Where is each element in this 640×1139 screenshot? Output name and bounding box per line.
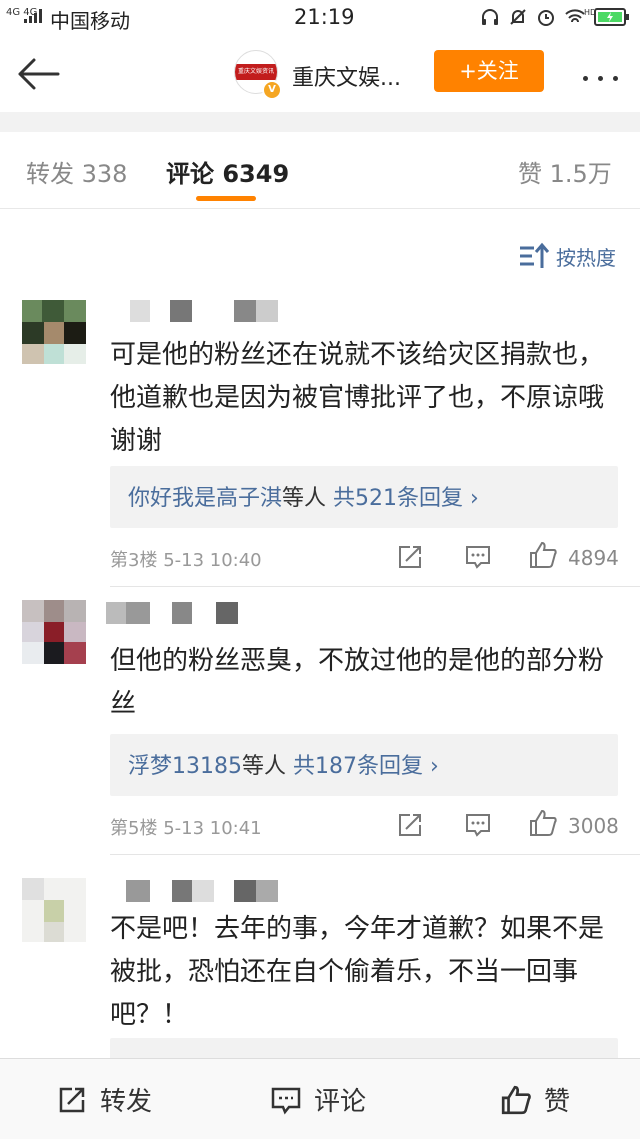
- sort-label: 按热度: [556, 245, 616, 270]
- reply-count[interactable]: 共521条回复: [333, 486, 463, 511]
- repost-label: 转发: [100, 1087, 153, 1117]
- comment-icon: [271, 1087, 301, 1114]
- repost-button[interactable]: 转发: [56, 1081, 152, 1118]
- comment-meta: 第3楼 5-13 10:40: [110, 546, 262, 572]
- repost-icon: [59, 1087, 85, 1112]
- active-tab-indicator: [196, 196, 256, 201]
- floor-number: 第3楼: [110, 550, 158, 571]
- comment-text: 但他的粉丝恶臭，不放过他的是他的部分粉丝: [110, 646, 605, 719]
- sort-icon: [520, 242, 550, 268]
- like-icon[interactable]: [528, 808, 558, 838]
- reply-count[interactable]: 共187条回复: [293, 754, 423, 779]
- comment-text: 可是他的粉丝还在说就不该给灾区捐款也，他道歉也是因为被官博批评了也，不原谅哦谢谢: [110, 340, 605, 456]
- carrier-name: 中国移动: [50, 9, 130, 33]
- tab-comments[interactable]: 评论 6349: [166, 154, 289, 189]
- headphone-icon: [482, 9, 498, 25]
- replies-preview[interactable]: 你好我是高子淇等人 共521条回复 ›: [110, 466, 618, 528]
- tab-likes[interactable]: 赞 1.5万: [518, 154, 612, 189]
- mute-bell-icon: [510, 9, 526, 25]
- like-icon: [501, 1085, 531, 1114]
- comment-icon[interactable]: [464, 810, 492, 840]
- reply-users[interactable]: 浮梦13185: [128, 754, 242, 779]
- bottom-action-bar: 转发 评论 赞: [0, 1058, 640, 1139]
- replies-preview[interactable]: 浮梦13185等人 共187条回复 ›: [110, 734, 618, 796]
- avatar[interactable]: [22, 600, 86, 664]
- back-arrow-icon[interactable]: [14, 54, 64, 94]
- wifi-hd-icon: HD: [565, 8, 594, 23]
- verified-badge: V: [262, 80, 282, 100]
- status-bar: 4G 4G 中国移动 21:19 HD: [0, 0, 640, 36]
- separator: [0, 112, 640, 132]
- logo-text: 重庆文娱资讯: [237, 68, 274, 75]
- like-count: 3008: [568, 814, 619, 838]
- reply-suffix: 等人: [282, 486, 327, 511]
- timestamp: 5-13 10:40: [163, 550, 262, 571]
- timestamp: 5-13 10:41: [163, 818, 262, 839]
- hd-label: HD: [584, 8, 594, 17]
- like-button[interactable]: 赞: [500, 1081, 570, 1118]
- clock: 21:19: [294, 5, 355, 29]
- alarm-icon: [538, 10, 554, 26]
- like-count: 4894: [568, 546, 619, 570]
- more-icon[interactable]: [578, 66, 626, 81]
- comment-button[interactable]: 评论: [270, 1081, 366, 1118]
- avatar[interactable]: [22, 300, 86, 364]
- sort-toggle[interactable]: 按热度: [518, 240, 616, 272]
- like-icon[interactable]: [528, 540, 558, 570]
- tab-bar: 转发 338 评论 6349 赞 1.5万: [0, 132, 640, 209]
- status-icons: HD: [480, 6, 594, 28]
- comment-meta: 第5楼 5-13 10:41: [110, 814, 262, 840]
- repost-icon[interactable]: [396, 810, 424, 840]
- avatar[interactable]: [22, 878, 86, 942]
- account-name[interactable]: 重庆文娱...: [292, 60, 401, 92]
- signal-icon: [24, 9, 42, 23]
- like-label: 赞: [544, 1087, 571, 1117]
- battery-icon: [594, 8, 629, 26]
- comment-text: 不是吧！去年的事，今年才道歉？如果不是被批，恐怕还在自个偷着乐，不当一回事吧？！: [110, 914, 605, 1030]
- repost-icon[interactable]: [396, 542, 424, 572]
- nav-bar: 重庆文娱资讯 V 重庆文娱... +关注: [0, 36, 640, 112]
- follow-button[interactable]: +关注: [434, 50, 544, 92]
- divider: [110, 854, 640, 855]
- tab-repost[interactable]: 转发 338: [26, 154, 127, 189]
- divider: [110, 586, 640, 587]
- reply-users[interactable]: 你好我是高子淇: [128, 486, 282, 511]
- comment-label: 评论: [314, 1087, 367, 1117]
- comment-icon[interactable]: [464, 542, 492, 572]
- floor-number: 第5楼: [110, 818, 158, 839]
- reply-suffix: 等人: [242, 754, 287, 779]
